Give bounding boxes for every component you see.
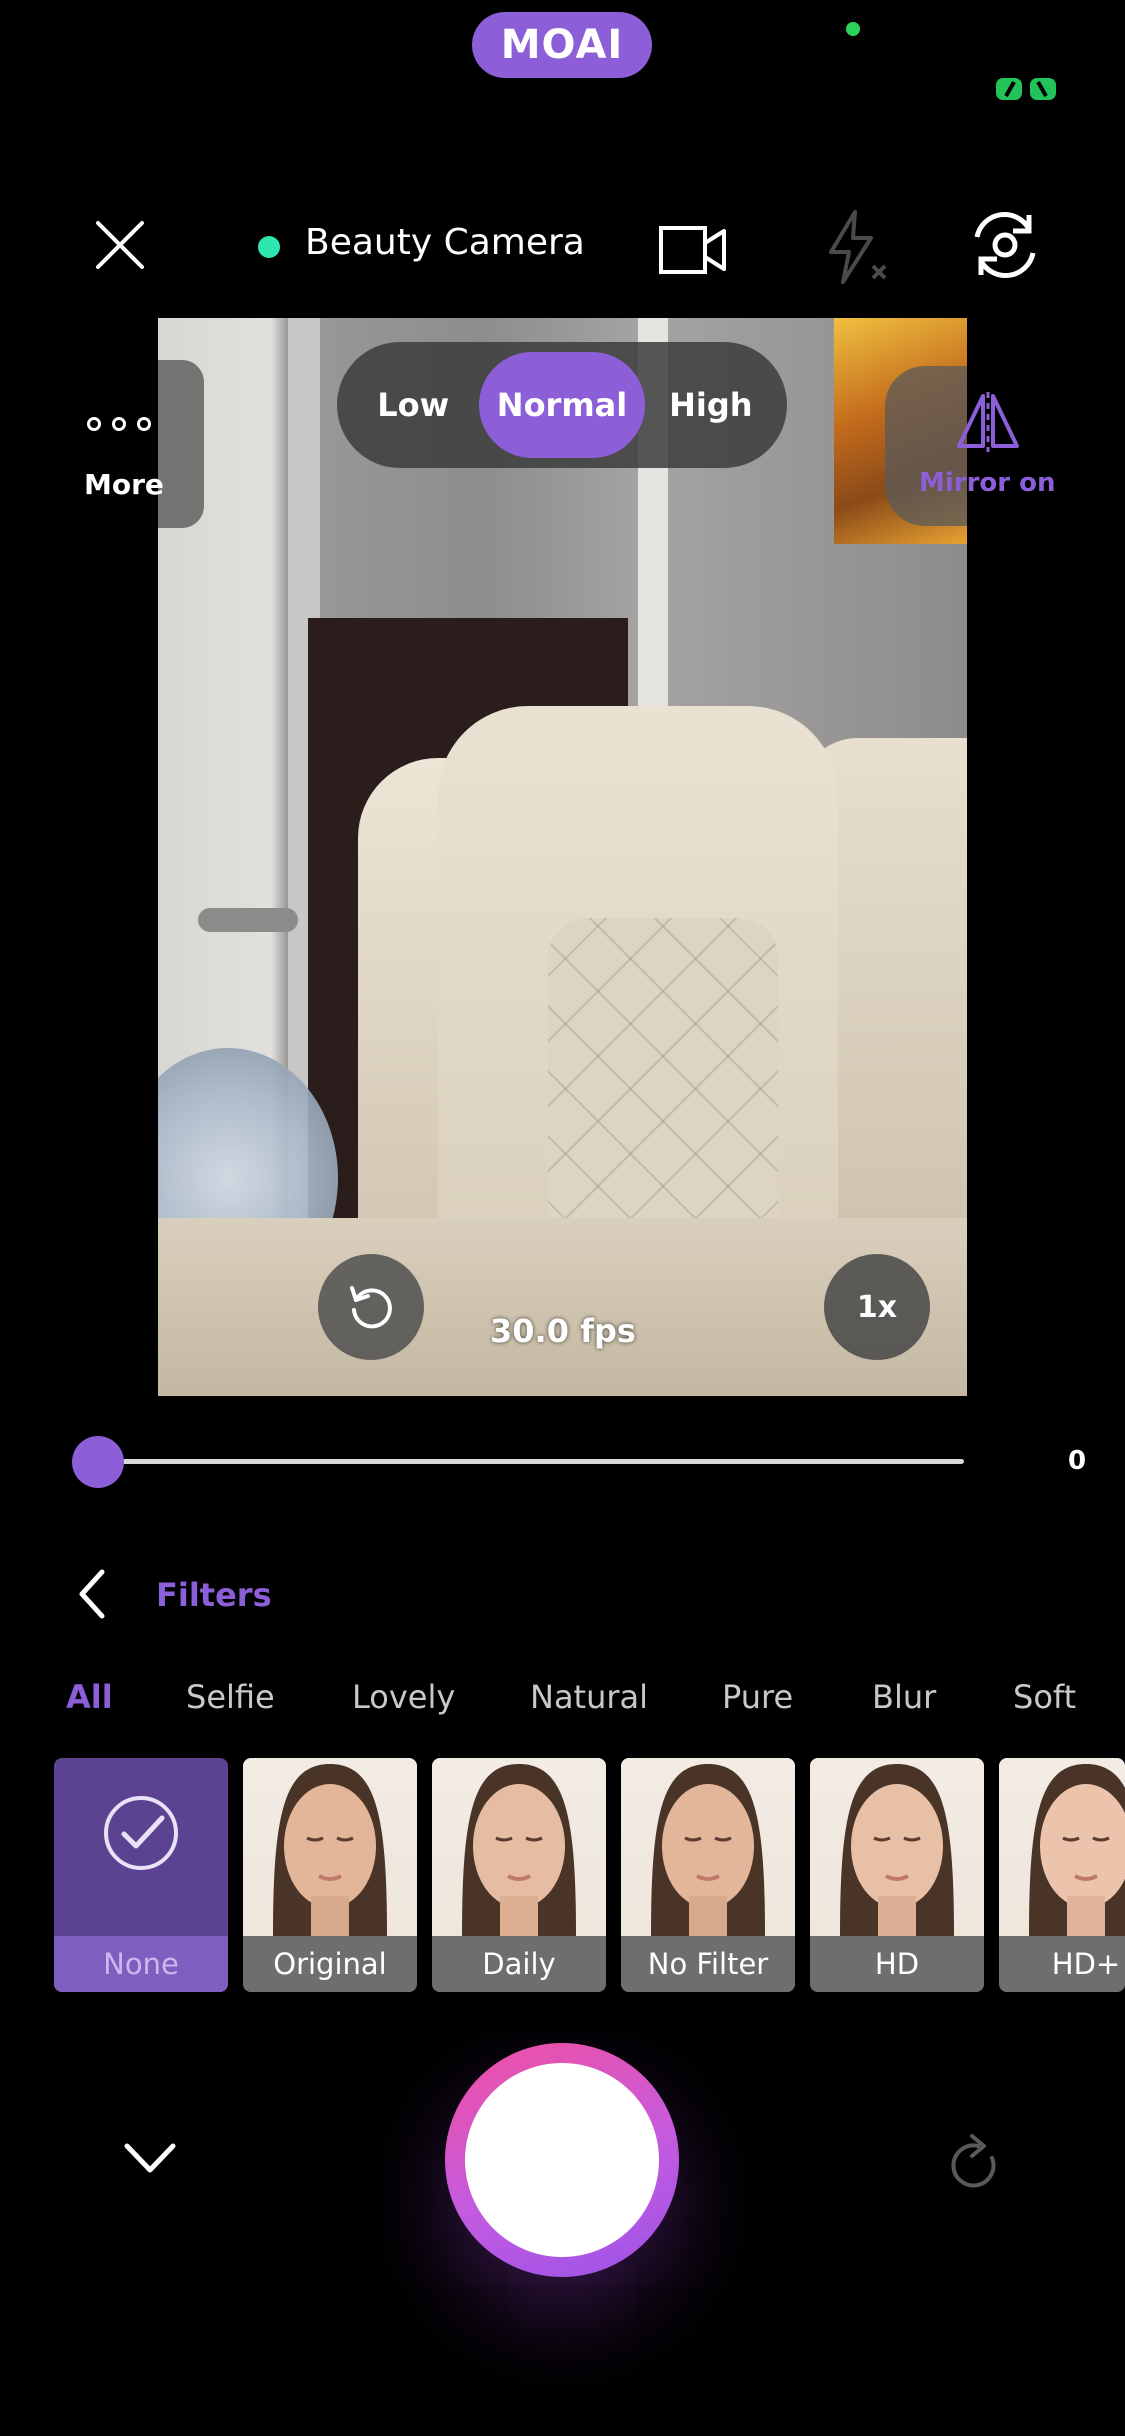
camera-preview[interactable] xyxy=(158,318,967,1396)
camera-indicator-dot xyxy=(846,22,860,36)
filter-tile-hd-plus[interactable]: HD+ xyxy=(999,1758,1125,1992)
more-tab-background xyxy=(158,360,204,528)
more-button[interactable]: More xyxy=(0,360,204,528)
mode-status-dot xyxy=(258,236,280,258)
shutter-button[interactable] xyxy=(445,2043,679,2277)
filter-tile-daily[interactable]: Daily xyxy=(432,1758,606,1992)
intensity-low[interactable]: Low xyxy=(347,352,479,458)
link-icon xyxy=(994,76,1058,102)
close-icon xyxy=(96,221,144,269)
filter-tile-hd[interactable]: HD xyxy=(810,1758,984,1992)
intensity-high[interactable]: High xyxy=(645,352,777,458)
mode-title[interactable]: Beauty Camera xyxy=(305,222,585,263)
reset-button[interactable] xyxy=(318,1254,424,1360)
filter-label: HD+ xyxy=(999,1936,1125,1992)
close-button[interactable] xyxy=(80,200,160,290)
category-tab-selfie[interactable]: Selfie xyxy=(186,1678,275,1716)
category-tab-all[interactable]: All xyxy=(66,1678,113,1716)
more-dots-icon xyxy=(86,406,152,439)
video-mode-button[interactable] xyxy=(650,210,736,290)
filter-preview-face xyxy=(810,1758,984,1936)
redo-button[interactable] xyxy=(946,2130,1006,2196)
more-label: More xyxy=(84,468,164,501)
filter-tile-none[interactable]: None xyxy=(54,1758,228,1992)
check-icon xyxy=(104,1796,178,1870)
category-tab-lovely[interactable]: Lovely xyxy=(352,1678,455,1716)
filter-preview-face xyxy=(432,1758,606,1936)
category-tab-blur[interactable]: Blur xyxy=(872,1678,936,1716)
reset-icon xyxy=(350,1286,392,1329)
filter-label: Original xyxy=(243,1936,417,1992)
chevron-left-icon xyxy=(79,1569,105,1619)
filter-tile-no-filter[interactable]: No Filter xyxy=(621,1758,795,1992)
flash-off-icon xyxy=(829,210,887,284)
intensity-slider-thumb[interactable] xyxy=(72,1436,124,1488)
filter-label: None xyxy=(54,1936,228,1992)
category-tab-soft[interactable]: Soft xyxy=(1013,1678,1076,1716)
collapse-button[interactable] xyxy=(120,2136,180,2180)
slider-value: 0 xyxy=(1068,1446,1087,1476)
flash-toggle-button[interactable] xyxy=(806,200,902,296)
filter-tile-original[interactable]: Original xyxy=(243,1758,417,1992)
brand-logo: MOAI xyxy=(472,12,652,78)
fps-readout: 30.0 fps xyxy=(490,1312,636,1350)
filter-label: HD xyxy=(810,1936,984,1992)
zoom-button[interactable]: 1x xyxy=(824,1254,930,1360)
switch-camera-icon xyxy=(974,211,1036,279)
intensity-selector: Low Normal High xyxy=(337,342,787,468)
mirror-label: Mirror on xyxy=(919,468,1056,498)
intensity-normal[interactable]: Normal xyxy=(479,352,645,458)
filters-title: Filters xyxy=(156,1576,272,1614)
category-tab-pure[interactable]: Pure xyxy=(722,1678,793,1716)
intensity-slider-track[interactable] xyxy=(98,1459,964,1464)
mirror-icon xyxy=(953,390,1023,454)
switch-camera-button[interactable] xyxy=(960,200,1050,290)
filter-preview-face xyxy=(999,1758,1125,1936)
chevron-down-icon xyxy=(124,2143,176,2173)
mirror-toggle[interactable]: Mirror on xyxy=(885,366,1125,526)
shutter-inner xyxy=(465,2063,659,2257)
video-camera-icon xyxy=(659,226,726,274)
filter-preview-face xyxy=(621,1758,795,1936)
filters-back-button[interactable] xyxy=(66,1566,116,1622)
redo-icon xyxy=(951,2134,996,2188)
filter-label: Daily xyxy=(432,1936,606,1992)
filter-preview-face xyxy=(243,1758,417,1936)
category-tab-natural[interactable]: Natural xyxy=(530,1678,648,1716)
preview-door-handle xyxy=(198,908,298,932)
filter-label: No Filter xyxy=(621,1936,795,1992)
